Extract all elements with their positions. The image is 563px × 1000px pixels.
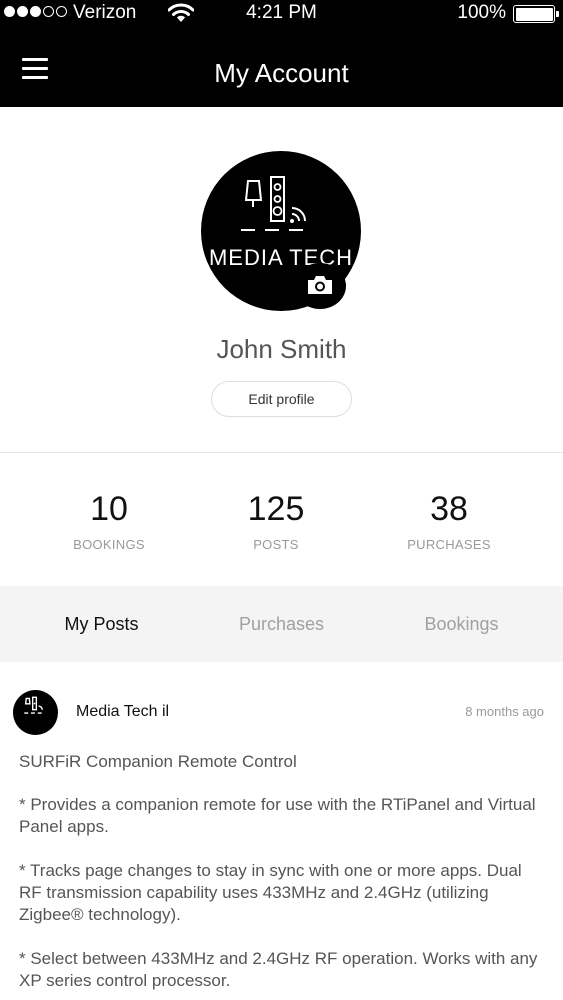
tab-bookings[interactable]: Bookings: [360, 586, 563, 662]
post-paragraph: * Provides a companion remote for use wi…: [19, 795, 536, 836]
stat-label: BOOKINGS: [73, 537, 145, 552]
stat-label: PURCHASES: [407, 537, 491, 552]
battery-icon: [513, 5, 559, 23]
stat-bookings[interactable]: 10 BOOKINGS: [19, 490, 199, 552]
stat-value: 38: [430, 490, 468, 528]
post-paragraph: * Select between 433MHz and 2.4GHz RF op…: [19, 949, 538, 990]
stat-value: 125: [247, 490, 305, 528]
stat-label: POSTS: [253, 537, 299, 552]
content-tabs: My Posts Purchases Bookings: [0, 586, 563, 662]
status-bar: Verizon 4:21 PM 100%: [0, 0, 563, 28]
profile-name: John Smith: [216, 334, 347, 364]
post-author-avatar[interactable]: [13, 690, 58, 735]
tab-purchases[interactable]: Purchases: [180, 586, 383, 662]
post-title: SURFiR Companion Remote Control: [19, 752, 297, 771]
post-paragraph: * Tracks page changes to stay in sync wi…: [19, 861, 522, 924]
stat-value: 10: [90, 490, 128, 528]
post-timestamp: 8 months ago: [465, 704, 544, 719]
top-bar: Verizon 4:21 PM 100% My Account: [0, 0, 563, 107]
page-title: My Account: [214, 58, 349, 88]
post-body: SURFiR Companion Remote Control * Provid…: [19, 751, 549, 1000]
section-divider: [0, 452, 563, 453]
camera-icon[interactable]: [294, 263, 346, 309]
stat-purchases[interactable]: 38 PURCHASES: [359, 490, 539, 552]
edit-profile-button[interactable]: Edit profile: [211, 381, 352, 417]
tab-my-posts[interactable]: My Posts: [0, 586, 203, 662]
media-tech-logo: [24, 696, 43, 714]
stat-posts[interactable]: 125 POSTS: [186, 490, 366, 552]
post-author-name[interactable]: Media Tech il: [76, 703, 169, 721]
battery-percentage: 100%: [457, 2, 506, 23]
